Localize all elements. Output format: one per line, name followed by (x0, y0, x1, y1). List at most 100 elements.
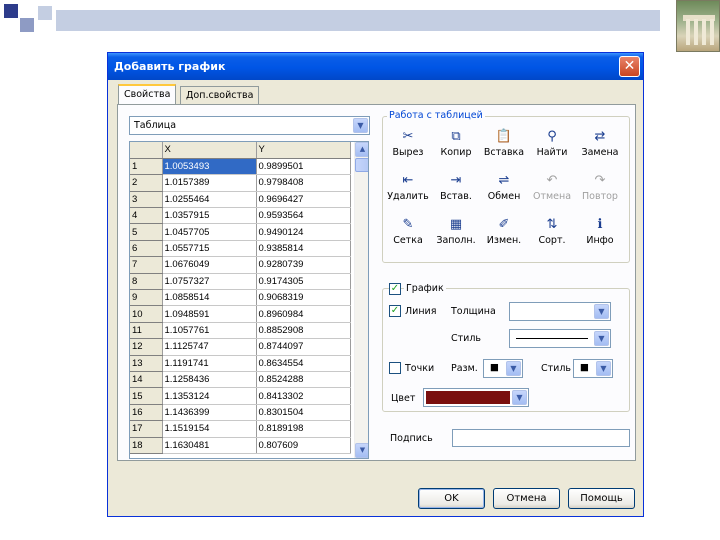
tool-button-8[interactable]: ⇌ Обмен (481, 169, 527, 209)
table-row[interactable]: 8 1.0757327 0.9174305 (130, 273, 351, 291)
tool-button-6[interactable]: ⇤ Удалить (385, 169, 431, 209)
help-button[interactable]: Помощь (568, 488, 635, 509)
x-cell[interactable]: 1.0676049 (162, 256, 257, 274)
data-table[interactable]: X Y 1 1.0053493 0.9899501 2 1.0157389 0.97984… (129, 141, 369, 459)
x-cell[interactable]: 1.1191741 (162, 355, 257, 372)
tab-extra-properties[interactable]: Доп.свойства (180, 86, 260, 104)
tool-button-1[interactable]: ✂ Вырез (385, 125, 431, 165)
column-header-x[interactable]: X (162, 142, 257, 159)
y-cell[interactable]: 0.807609 (256, 437, 351, 454)
y-cell[interactable]: 0.8744097 (256, 338, 351, 356)
table-row[interactable]: 13 1.1191741 0.8634554 (130, 355, 351, 372)
table-row[interactable]: 14 1.1258436 0.8524288 (130, 371, 351, 389)
x-cell[interactable]: 1.0557715 (162, 240, 257, 258)
y-cell[interactable]: 0.9385814 (256, 240, 351, 258)
y-cell[interactable]: 0.9899501 (256, 158, 351, 176)
y-cell[interactable]: 0.9696427 (256, 191, 351, 209)
table-row[interactable]: 10 1.0948591 0.8960984 (130, 305, 351, 323)
cancel-button[interactable]: Отмена (493, 488, 560, 509)
x-cell[interactable]: 1.0457705 (162, 223, 257, 241)
x-cell[interactable]: 1.0948591 (162, 305, 257, 323)
table-row[interactable]: 5 1.0457705 0.9490124 (130, 223, 351, 241)
table-row[interactable]: 9 1.0858514 0.9068319 (130, 289, 351, 307)
tool-button-4[interactable]: ⚲ Найти (529, 125, 575, 165)
x-cell[interactable]: 1.0858514 (162, 289, 257, 307)
table-row[interactable]: 12 1.1125747 0.8744097 (130, 338, 351, 356)
chevron-down-icon[interactable]: ▼ (596, 361, 611, 376)
tool-button-7[interactable]: ⇥ Встав. (433, 169, 479, 209)
y-cell[interactable]: 0.9798408 (256, 174, 351, 192)
x-cell[interactable]: 1.0053493 (162, 158, 257, 176)
table-row[interactable]: 15 1.1353124 0.8413302 (130, 387, 351, 405)
table-row[interactable]: 18 1.1630481 0.807609 (130, 437, 351, 454)
y-cell[interactable]: 0.8524288 (256, 371, 351, 389)
chevron-down-icon[interactable]: ▼ (353, 118, 368, 133)
tool-button-3[interactable]: 📋 Вставка (481, 125, 527, 165)
y-cell[interactable]: 0.8634554 (256, 355, 351, 372)
tool-button-13[interactable]: ✐ Измен. (481, 213, 527, 253)
y-cell[interactable]: 0.9593564 (256, 207, 351, 225)
y-cell[interactable]: 0.9490124 (256, 223, 351, 241)
x-cell[interactable]: 1.0255464 (162, 191, 257, 209)
close-button[interactable]: ✕ (619, 56, 640, 77)
table-row[interactable]: 17 1.1519154 0.8189198 (130, 420, 351, 438)
tool-button-9[interactable]: ↶ Отмена (529, 169, 575, 209)
thickness-combo[interactable]: ▼ (509, 302, 611, 321)
y-cell[interactable]: 0.8301504 (256, 404, 351, 422)
point-size-combo[interactable]: ■ ▼ (483, 359, 523, 378)
tool-button-11[interactable]: ✎ Сетка (385, 213, 431, 253)
tool-button-14[interactable]: ⇅ Сорт. (529, 213, 575, 253)
tab-properties[interactable]: Свойства (118, 84, 177, 105)
points-checkbox[interactable] (389, 362, 401, 374)
x-cell[interactable]: 1.1630481 (162, 437, 257, 454)
table-row[interactable]: 7 1.0676049 0.9280739 (130, 256, 351, 274)
x-cell[interactable]: 1.1436399 (162, 404, 257, 422)
y-cell[interactable]: 0.8960984 (256, 305, 351, 323)
scroll-down-icon[interactable]: ▼ (355, 443, 368, 458)
tool-button-15[interactable]: ℹ Инфо (577, 213, 623, 253)
x-cell[interactable]: 1.1125747 (162, 338, 257, 356)
ok-button[interactable]: OK (418, 488, 485, 509)
line-style-combo[interactable]: ▼ (509, 329, 611, 348)
line-checkbox[interactable]: ✓ (389, 305, 401, 317)
caption-input[interactable] (452, 429, 630, 447)
y-cell[interactable]: 0.8413302 (256, 387, 351, 405)
y-cell[interactable]: 0.9068319 (256, 289, 351, 307)
y-cell[interactable]: 0.9174305 (256, 273, 351, 291)
point-style-combo[interactable]: ■ ▼ (573, 359, 613, 378)
table-row[interactable]: 3 1.0255464 0.9696427 (130, 191, 351, 209)
table-row[interactable]: 4 1.0357915 0.9593564 (130, 207, 351, 225)
x-cell[interactable]: 1.0357915 (162, 207, 257, 225)
x-cell[interactable]: 1.1353124 (162, 387, 257, 405)
chevron-down-icon[interactable]: ▼ (512, 390, 527, 405)
chevron-down-icon[interactable]: ▼ (506, 361, 521, 376)
scroll-thumb[interactable] (355, 158, 368, 172)
y-cell[interactable]: 0.8852908 (256, 322, 351, 340)
x-cell[interactable]: 1.1057761 (162, 322, 257, 340)
x-cell[interactable]: 1.0757327 (162, 273, 257, 291)
column-header-y[interactable]: Y (256, 142, 351, 159)
graph-checkbox[interactable]: ✓ (389, 283, 401, 295)
table-row[interactable]: 1 1.0053493 0.9899501 (130, 158, 351, 176)
tool-button-5[interactable]: ⇄ Замена (577, 125, 623, 165)
x-cell[interactable]: 1.0157389 (162, 174, 257, 192)
scroll-up-icon[interactable]: ▲ (355, 142, 368, 157)
tool-button-2[interactable]: ⧉ Копир (433, 125, 479, 165)
table-row[interactable]: 11 1.1057761 0.8852908 (130, 322, 351, 340)
table-row[interactable]: 6 1.0557715 0.9385814 (130, 240, 351, 258)
chevron-down-icon[interactable]: ▼ (594, 304, 609, 319)
tool-button-12[interactable]: ▦ Заполн. (433, 213, 479, 253)
dialog-titlebar[interactable]: Добавить график ✕ (108, 53, 643, 80)
table-scrollbar[interactable]: ▲ ▼ (354, 142, 368, 458)
x-cell[interactable]: 1.1519154 (162, 420, 257, 438)
source-combo[interactable]: Таблица ▼ (129, 116, 370, 135)
y-cell[interactable]: 0.8189198 (256, 420, 351, 438)
chevron-down-icon[interactable]: ▼ (594, 331, 609, 346)
thickness-label: Толщина (451, 306, 496, 317)
x-cell[interactable]: 1.1258436 (162, 371, 257, 389)
table-row[interactable]: 2 1.0157389 0.9798408 (130, 174, 351, 192)
y-cell[interactable]: 0.9280739 (256, 256, 351, 274)
tool-button-10[interactable]: ↷ Повтор (577, 169, 623, 209)
color-combo[interactable]: ▼ (423, 388, 529, 407)
table-row[interactable]: 16 1.1436399 0.8301504 (130, 404, 351, 422)
